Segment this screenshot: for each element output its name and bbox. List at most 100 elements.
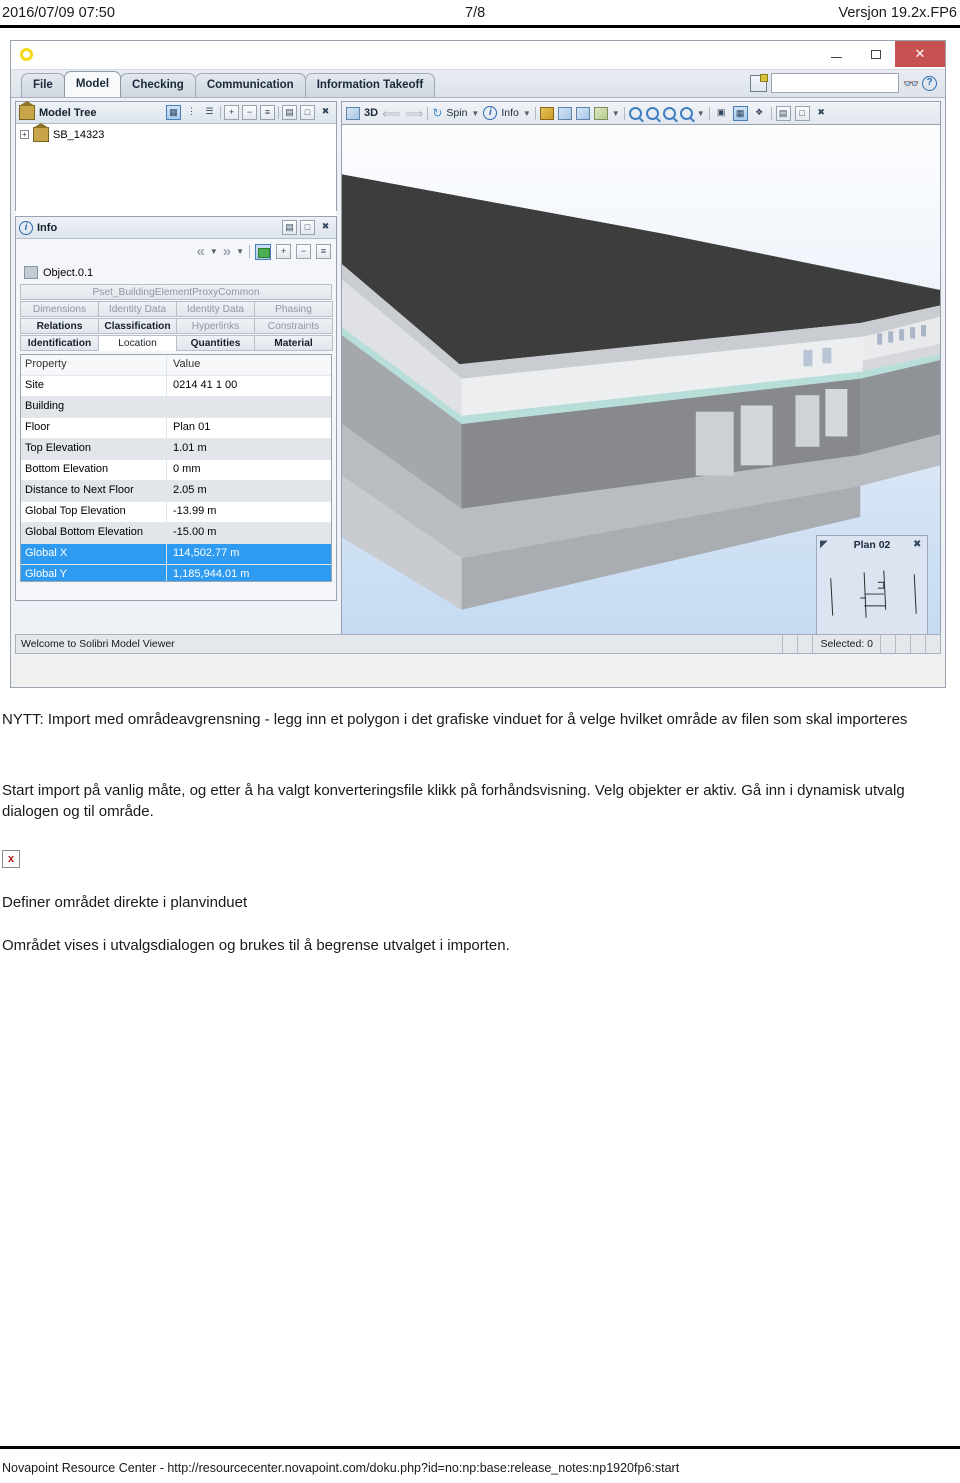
link-green-icon[interactable] [255, 243, 271, 260]
pin-icon[interactable]: ◤ [820, 539, 831, 551]
tab-identification[interactable]: Identification [20, 335, 99, 351]
tree-layers-icon[interactable]: ☰ [202, 105, 217, 120]
table-row[interactable]: Bottom Elevation 0 mm [21, 460, 331, 481]
tab-file[interactable]: File [21, 73, 65, 97]
tab-communication[interactable]: Communication [194, 73, 306, 97]
new-sheet-icon[interactable] [750, 73, 768, 92]
mini-plan-overlay[interactable]: ◤ Plan 02 ✖ [816, 535, 928, 644]
maximize-icon [870, 49, 881, 59]
restore-icon[interactable]: ▤ [282, 105, 297, 120]
search-input[interactable] [771, 73, 899, 93]
tab-information-takeoff[interactable]: Information Takeoff [304, 73, 436, 97]
tree-branch-icon[interactable]: ⋮ [184, 105, 199, 120]
expand-icon[interactable]: + [20, 130, 29, 139]
close-button[interactable]: ✕ [895, 41, 945, 67]
view-3d-icon[interactable] [346, 106, 360, 120]
zoom-dropdown-icon[interactable]: ▼ [697, 109, 705, 118]
undo-icon[interactable]: ⟸ [382, 107, 401, 120]
restore-icon[interactable]: ▤ [282, 220, 297, 235]
spin-icon[interactable]: ↻ [432, 107, 442, 119]
remove-icon[interactable]: − [296, 244, 311, 259]
info-dropdown-icon[interactable]: ▼ [523, 109, 531, 118]
close-icon[interactable]: ✖ [913, 539, 924, 551]
table-row[interactable]: Distance to Next Floor 2.05 m [21, 481, 331, 502]
window [695, 411, 734, 476]
maximize-button[interactable] [856, 41, 895, 67]
collapse-all-icon[interactable]: − [242, 105, 257, 120]
zoom-fit-icon[interactable] [628, 106, 642, 120]
mini-plan-body[interactable]: ☛ [817, 554, 927, 644]
zoom-area-icon[interactable] [679, 106, 693, 120]
expand-all-icon[interactable]: + [224, 105, 239, 120]
tab-material[interactable]: Material [254, 335, 333, 351]
plan-view-icon[interactable]: ▦ [732, 105, 748, 121]
minimize-button[interactable] [817, 41, 856, 67]
table-row[interactable]: Top Elevation 1.01 m [21, 439, 331, 460]
tab-pset-buildingelementproxycommon[interactable]: Pset_BuildingElementProxyCommon [20, 284, 332, 300]
plan-wall [830, 578, 834, 616]
prev-dropdown-icon[interactable]: ▼ [210, 247, 218, 256]
zoom-in-icon[interactable] [645, 106, 659, 120]
view-dropdown-icon[interactable]: ▼ [612, 109, 620, 118]
tab-phasing[interactable]: Phasing [254, 301, 333, 317]
add-icon[interactable]: + [276, 244, 291, 259]
shaded-cube-icon[interactable] [593, 106, 608, 120]
tab-location[interactable]: Location [98, 335, 177, 351]
3d-viewport[interactable]: ◤ Plan 02 ✖ [341, 124, 941, 654]
help-icon[interactable]: ? [922, 75, 937, 91]
property-name: Site [21, 376, 167, 396]
view-info-label[interactable]: Info [501, 107, 519, 119]
table-row[interactable]: Global Y 1,185,944.01 m [21, 565, 331, 581]
tab-checking[interactable]: Checking [120, 73, 196, 97]
page-header: 2016/07/09 07:50 7/8 Versjon 19.2x.FP6 [0, 0, 960, 26]
tree-item-root[interactable]: + SB_14323 [20, 123, 332, 142]
table-row[interactable]: Global X 114,502.77 m [21, 544, 331, 565]
binoculars-icon[interactable]: 👓 [903, 76, 919, 91]
next-icon[interactable]: » [223, 243, 231, 260]
table-row[interactable]: Global Top Elevation -13.99 m [21, 502, 331, 523]
tab-identity-data-1[interactable]: Identity Data [98, 301, 177, 317]
view-3d-label: 3D [364, 107, 379, 119]
restore-icon[interactable]: ▤ [775, 105, 791, 121]
table-row[interactable]: Global Bottom Elevation -15.00 m [21, 523, 331, 544]
clerestory-window [803, 349, 813, 367]
next-dropdown-icon[interactable]: ▼ [236, 247, 244, 256]
list-icon[interactable]: ≡ [260, 105, 275, 120]
tab-quantities[interactable]: Quantities [176, 335, 255, 351]
list-icon[interactable]: ≡ [316, 244, 331, 259]
tab-hyperlinks[interactable]: Hyperlinks [176, 318, 255, 334]
tab-constraints[interactable]: Constraints [254, 318, 333, 334]
redo-icon[interactable]: ⟹ [405, 107, 424, 120]
maximize-icon[interactable]: □ [300, 220, 315, 235]
close-icon[interactable]: ✖ [318, 220, 333, 235]
tab-relations[interactable]: Relations [20, 318, 99, 334]
close-icon[interactable]: ✖ [318, 105, 333, 120]
tab-dimensions[interactable]: Dimensions [20, 301, 99, 317]
property-value: 114,502.77 m [173, 547, 240, 559]
prev-icon[interactable]: « [196, 243, 204, 260]
pset-tab-row-1: Pset_BuildingElementProxyCommon [20, 284, 332, 300]
close-icon[interactable]: ✖ [814, 106, 829, 121]
property-set-tabs: Pset_BuildingElementProxyCommon Dimensio… [16, 284, 336, 351]
pset-tab-row-2: Dimensions Identity Data Identity Data P… [20, 301, 333, 317]
spin-label[interactable]: Spin [446, 107, 467, 119]
spin-dropdown-icon[interactable]: ▼ [471, 109, 479, 118]
tab-identity-data-2[interactable]: Identity Data [176, 301, 255, 317]
solid-cube-icon[interactable] [539, 106, 554, 120]
maximize-icon[interactable]: □ [794, 105, 810, 121]
info-icon[interactable]: i [483, 106, 498, 120]
layers-icon[interactable]: ❖ [752, 106, 767, 121]
zoom-out-icon[interactable] [662, 106, 676, 120]
header-divider [0, 25, 960, 28]
table-row[interactable]: Site 0214 41 1 00 [21, 376, 331, 397]
table-row[interactable]: Floor Plan 01 [21, 418, 331, 439]
maximize-icon[interactable]: □ [300, 105, 315, 120]
clip-icon[interactable]: ▣ [714, 106, 729, 121]
wireframe-cube-icon[interactable] [575, 106, 590, 120]
tree-link-icon[interactable]: ▦ [166, 105, 181, 120]
transparent-cube-icon[interactable] [557, 106, 572, 120]
window-titlebar: ✕ [11, 41, 945, 70]
tab-classification[interactable]: Classification [98, 318, 177, 334]
tab-model[interactable]: Model [63, 71, 122, 97]
table-row[interactable]: Building [21, 397, 331, 418]
